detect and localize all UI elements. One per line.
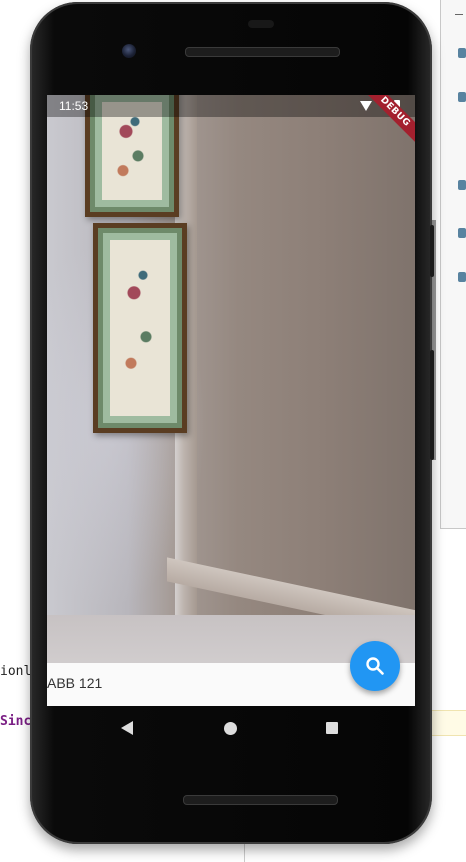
ide-tool-icon[interactable] (458, 92, 466, 102)
recents-icon[interactable] (326, 722, 338, 734)
ide-tool-panel (440, 0, 466, 529)
recognized-text: ABB 121 (47, 675, 103, 691)
camera-preview (47, 95, 415, 675)
power-button[interactable] (430, 225, 434, 277)
code-current-line (430, 710, 466, 736)
code-line: ionl (0, 664, 32, 679)
ide-minimize-icon[interactable] (455, 14, 463, 15)
ide-tool-icon[interactable] (458, 180, 466, 190)
wifi-icon (360, 101, 372, 111)
search-button[interactable] (350, 641, 400, 691)
bottom-speaker (183, 795, 338, 805)
earpiece (248, 20, 274, 28)
app-screen: 11:53 DEBUG ABB 121 (47, 95, 415, 706)
home-icon[interactable] (224, 722, 237, 735)
picture-frame (93, 223, 187, 433)
code-line: Sinc (0, 714, 32, 729)
search-icon (366, 657, 384, 675)
front-camera-icon (122, 44, 136, 58)
back-icon[interactable] (121, 721, 133, 735)
top-speaker (185, 47, 340, 57)
volume-button[interactable] (430, 350, 434, 460)
ide-tool-icon[interactable] (458, 228, 466, 238)
ide-tool-icon[interactable] (458, 272, 466, 282)
status-time: 11:53 (59, 99, 89, 113)
ide-tool-icon[interactable] (458, 48, 466, 58)
status-bar: 11:53 (47, 95, 415, 117)
